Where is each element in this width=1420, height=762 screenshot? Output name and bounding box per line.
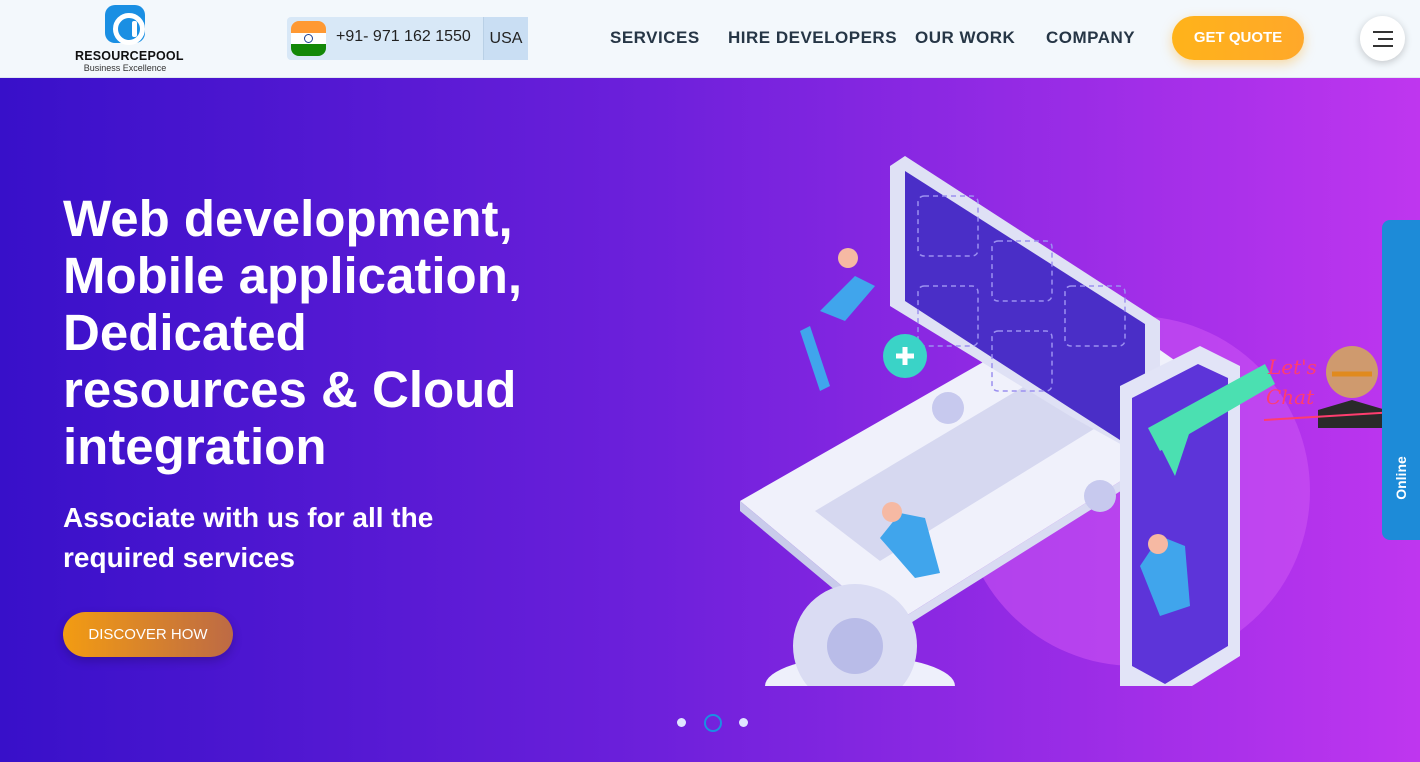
hero-title-line: Mobile application, bbox=[63, 247, 523, 304]
slider-dot-1[interactable] bbox=[677, 718, 686, 727]
online-chat-tab[interactable]: Online bbox=[1382, 220, 1420, 540]
hero-title-line: integration bbox=[63, 418, 327, 475]
lets-chat-widget[interactable]: Let's Chat bbox=[1262, 334, 1398, 438]
resourcepool-logo[interactable]: RESOURCEPOOL Business Excellence bbox=[75, 5, 184, 73]
hero-title-line: Web development, bbox=[63, 190, 513, 247]
logo-tagline: Business Excellence bbox=[83, 63, 167, 73]
hero-title-line: Dedicated bbox=[63, 304, 307, 361]
hamburger-menu-icon[interactable] bbox=[1360, 16, 1405, 61]
hero-title-line: resources & Cloud bbox=[63, 361, 517, 418]
logo-name: RESOURCEPOOL bbox=[75, 49, 184, 63]
phone-number[interactable]: +91- 971 162 1550 bbox=[336, 28, 471, 46]
nav-hire-developers[interactable]: HIRE DEVELOPERS bbox=[728, 28, 897, 48]
site-header: RESOURCEPOOL Business Excellence +91- 97… bbox=[0, 0, 1420, 78]
svg-text:Chat: Chat bbox=[1266, 385, 1315, 409]
slider-dot-2-active[interactable] bbox=[704, 714, 722, 732]
logo-mark-icon bbox=[105, 5, 145, 45]
online-status-label: Online bbox=[1393, 456, 1409, 500]
india-flag-icon bbox=[291, 21, 326, 56]
get-quote-button[interactable]: GET QUOTE bbox=[1172, 16, 1304, 60]
hero-subtitle-line: required services bbox=[63, 542, 295, 573]
hero-subtitle-line: Associate with us for all the bbox=[63, 502, 434, 533]
hero-title: Web development, Mobile application, Ded… bbox=[63, 190, 623, 475]
hero-subtitle: Associate with us for all the required s… bbox=[63, 498, 493, 578]
discover-how-button[interactable]: DISCOVER HOW bbox=[63, 612, 233, 657]
nav-our-work[interactable]: OUR WORK bbox=[915, 28, 1015, 48]
contact-phone-box[interactable]: +91- 971 162 1550 USA bbox=[287, 17, 528, 60]
nav-services[interactable]: SERVICES bbox=[610, 28, 700, 48]
hero-banner: Web development, Mobile application, Ded… bbox=[0, 78, 1420, 762]
country-selector[interactable]: USA bbox=[483, 17, 528, 60]
svg-text:Let's: Let's bbox=[1267, 355, 1317, 379]
slider-dot-3[interactable] bbox=[739, 718, 748, 727]
nav-company[interactable]: COMPANY bbox=[1046, 28, 1135, 48]
